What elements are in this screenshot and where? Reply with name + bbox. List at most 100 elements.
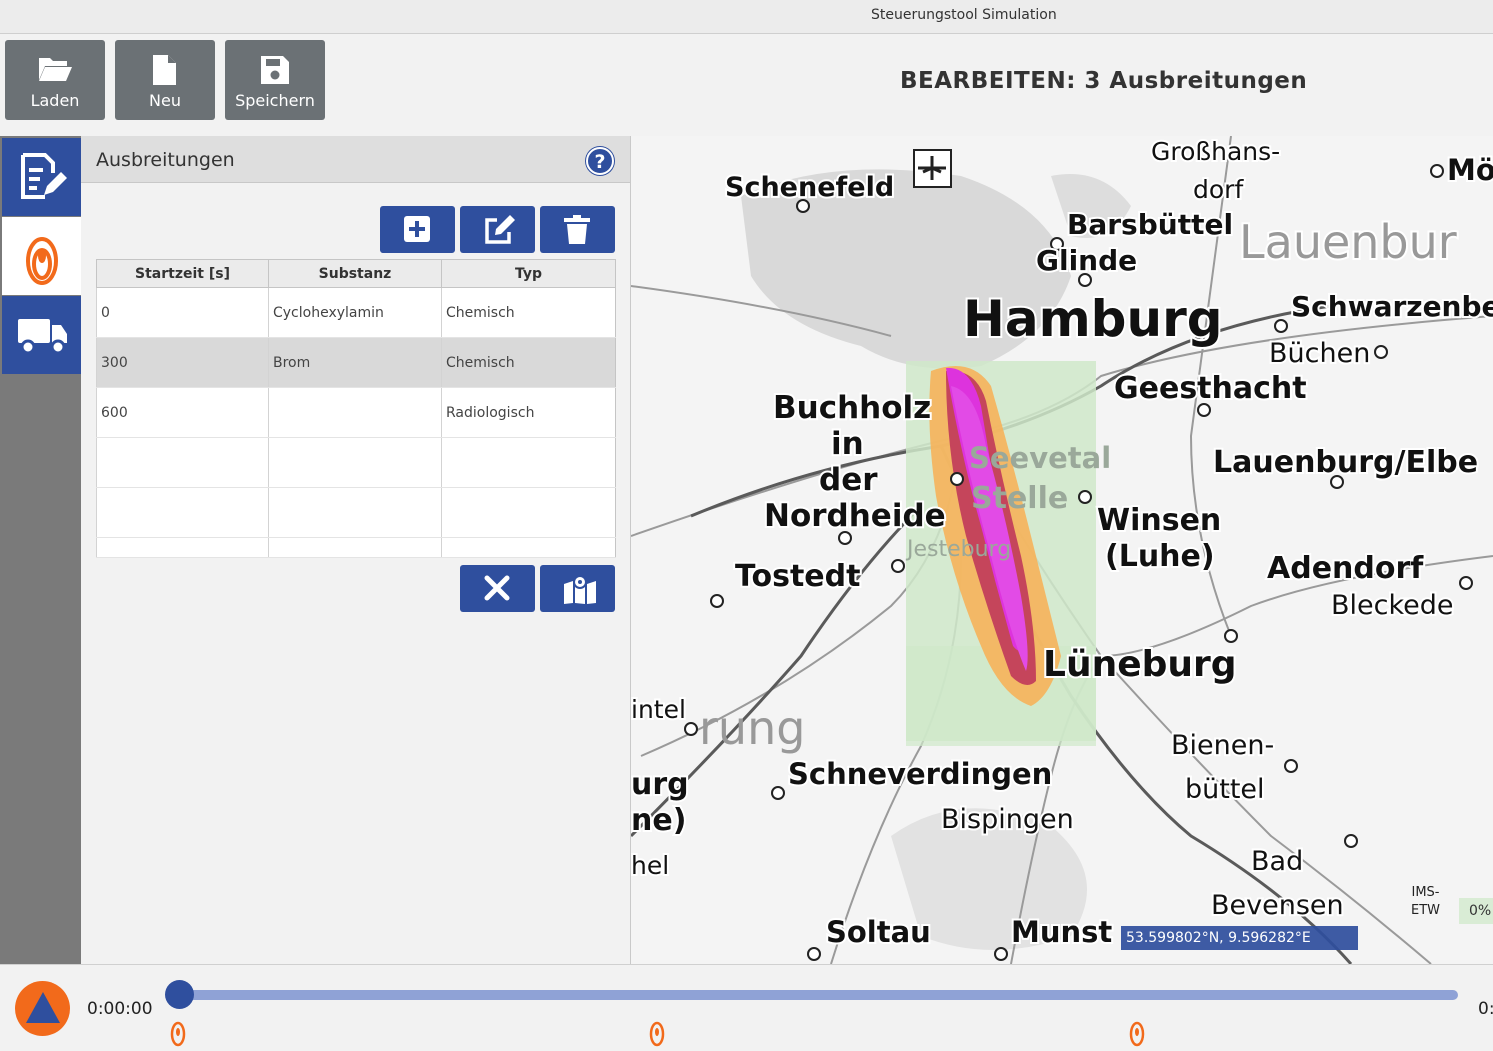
edit-icon: [485, 215, 515, 244]
map-label: Barsbüttel: [1067, 208, 1233, 241]
map-label: Büchen: [1269, 338, 1370, 369]
cell-start: 0: [96, 287, 269, 338]
map-label: Adendorf: [1267, 551, 1424, 586]
map-label: Bleckede: [1331, 590, 1454, 621]
show-on-map-button[interactable]: [540, 565, 615, 612]
map-label: Lüneburg: [1043, 644, 1237, 685]
map-label: Seevetal: [969, 441, 1111, 475]
map-label: (Luhe): [1105, 539, 1215, 574]
map-label: der: [819, 462, 878, 498]
edit-button[interactable]: [460, 206, 535, 253]
ims-label: IMS-: [1411, 885, 1440, 900]
map-label: Großhans-: [1151, 137, 1280, 166]
cell-type: Chemisch: [441, 337, 616, 388]
map-label: Winsen: [1097, 503, 1221, 538]
map-label: Hamburg: [963, 290, 1223, 348]
map-label: Schneverdingen: [788, 757, 1052, 791]
delete-icon: [564, 215, 590, 244]
map-label: Mö: [1447, 153, 1493, 187]
folder-open-icon: [39, 58, 72, 81]
map-label: Stelle: [971, 481, 1068, 516]
load-button[interactable]: Laden: [5, 40, 105, 120]
map-label: ne): [631, 803, 686, 838]
save-button[interactable]: Speichern: [225, 40, 325, 120]
panel-header: Ausbreitungen ?: [81, 136, 630, 183]
coordinate-readout: 53.599802°N, 9.596282°E: [1121, 926, 1358, 950]
map-label: Glinde: [1036, 244, 1137, 277]
map-label: hel: [631, 851, 669, 880]
truck-icon: [18, 319, 67, 355]
ims-value: 0%: [1459, 898, 1493, 924]
map-label: rung: [699, 701, 805, 755]
sidebar-tab-edit[interactable]: [2, 138, 81, 216]
map-label: Soltau: [826, 915, 931, 949]
map-label: Bevensen: [1211, 890, 1344, 921]
new-file-icon: [153, 55, 176, 85]
new-button[interactable]: Neu: [115, 40, 215, 120]
delete-button[interactable]: [540, 206, 615, 253]
map-label: Schwarzenbe: [1291, 290, 1493, 323]
dispersion-plume-icon: [26, 237, 58, 285]
empty-row: [96, 437, 616, 488]
map-label: büttel: [1185, 774, 1265, 805]
app-logo[interactable]: [15, 981, 70, 1036]
window-titlebar: Steuerungstool Simulation: [0, 0, 1493, 34]
cell-type: Chemisch: [441, 287, 616, 338]
column-header-substance[interactable]: Substanz: [268, 259, 442, 288]
window-title: Steuerungstool Simulation: [871, 7, 1057, 23]
map-icon: [564, 575, 596, 604]
ims-label: ETW: [1411, 903, 1441, 918]
cell-start: 600: [96, 387, 269, 438]
dispersion-panel: Ausbreitungen ? Startzeit [s] Substanz T…: [81, 136, 631, 964]
dispersion-marker-icon[interactable]: [170, 1021, 186, 1047]
map-canvas[interactable]: Schenefeld Großhans- dorf Barsbüttel Gli…: [631, 136, 1493, 964]
map-label: Munst: [1011, 915, 1112, 949]
table-row[interactable]: 600 Radiologisch: [96, 387, 616, 438]
help-button[interactable]: ?: [586, 147, 614, 175]
close-icon: [484, 575, 510, 601]
map-label: Bienen-: [1171, 730, 1274, 761]
map-label: intel: [631, 695, 686, 724]
dispersion-marker-icon[interactable]: [649, 1021, 665, 1047]
map-label: Jesteburg: [905, 537, 1011, 562]
table-row[interactable]: 0 Cyclohexylamin Chemisch: [96, 287, 616, 338]
load-label: Laden: [30, 91, 80, 110]
edit-document-icon: [21, 153, 67, 199]
add-button[interactable]: [380, 206, 455, 253]
dispersion-table: Startzeit [s] Substanz Typ 0 Cyclohexyla…: [96, 259, 616, 558]
dispersion-marker-icon[interactable]: [1129, 1021, 1145, 1047]
column-header-start[interactable]: Startzeit [s]: [96, 259, 269, 288]
timeline-track[interactable]: [178, 990, 1458, 1000]
map-label: Bispingen: [941, 804, 1074, 835]
cell-start: 300: [96, 337, 269, 388]
save-label: Speichern: [235, 91, 315, 110]
map-label: in: [831, 426, 864, 462]
column-header-type[interactable]: Typ: [441, 259, 616, 288]
map-label: Lauenbur: [1239, 215, 1457, 269]
map-label: Bad: [1251, 846, 1303, 877]
page-headline: BEARBEITEN: 3 Ausbreitungen: [900, 68, 1308, 94]
close-button[interactable]: [460, 565, 535, 612]
table-header-row: Startzeit [s] Substanz Typ: [96, 259, 616, 288]
sidebar-tab-vehicles[interactable]: [2, 296, 81, 374]
map-label: Tostedt: [735, 559, 860, 594]
cell-substance: Cyclohexylamin: [268, 287, 442, 338]
map-label: Lauenburg/Elbe: [1213, 445, 1478, 480]
sidebar: [0, 136, 81, 964]
panel-title: Ausbreitungen: [96, 149, 235, 171]
empty-row: [96, 537, 616, 558]
add-icon: [404, 216, 430, 242]
save-disk-icon: [261, 56, 289, 84]
end-time: 0:: [1478, 999, 1493, 1019]
map-label: Nordheide: [764, 498, 946, 534]
cell-substance: Brom: [268, 337, 442, 388]
map-view[interactable]: Schenefeld Großhans- dorf Barsbüttel Gli…: [631, 136, 1493, 964]
table-row-selected[interactable]: 300 Brom Chemisch: [96, 337, 616, 388]
new-label: Neu: [149, 91, 181, 110]
sidebar-tab-dispersion[interactable]: [2, 217, 81, 295]
map-label: Schenefeld: [725, 172, 894, 203]
toolbar: Laden Neu Speichern BEARBEITEN: 3 Ausbre…: [0, 34, 1493, 136]
map-label: Geesthacht: [1114, 371, 1307, 406]
timeline-bar: 0:00:00 0:: [0, 964, 1493, 1051]
timeline-handle[interactable]: [165, 980, 194, 1009]
